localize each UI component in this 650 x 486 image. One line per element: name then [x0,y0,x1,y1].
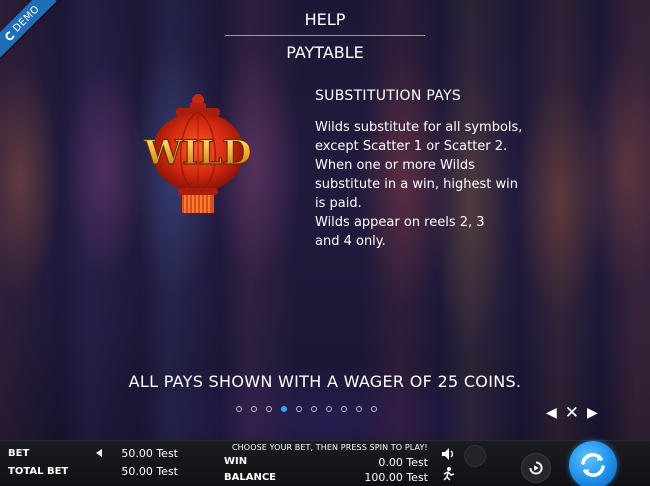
pays-note: ALL PAYS SHOWN WITH A WAGER OF 25 COINS. [128,372,522,391]
help-title: HELP [304,10,346,29]
page-dot[interactable] [296,406,302,412]
page-dot[interactable] [266,406,272,412]
substitution-pays-heading: SUBSTITUTION PAYS [315,88,462,104]
bet-label: BET [8,448,30,459]
page-dot[interactable] [326,406,332,412]
page-indicator [236,406,377,412]
info-line: substitute in a win, highest win [315,177,518,192]
page-dot[interactable] [236,406,242,412]
info-line: Wilds appear on reels 2, 3 [315,215,485,230]
spin-button[interactable] [569,441,617,486]
sound-icon[interactable] [440,446,456,462]
title-divider [225,35,425,36]
prev-page-button[interactable]: ◀ [546,405,557,421]
help-navigation: ◀ ✕ ▶ [546,405,598,422]
info-line: and 4 only. [315,234,386,249]
bet-decrease-button[interactable] [96,449,102,457]
page-dot[interactable] [251,406,257,412]
info-line: When one or more Wilds [315,158,475,173]
info-line: Wilds substitute for all symbols, [315,120,523,135]
bet-value: 50.00 Test [121,447,178,460]
autoplay-button[interactable] [521,453,551,483]
balance-label: BALANCE [224,472,277,483]
total-bet-label: TOTAL BET [8,466,69,477]
substitution-pays-text: Wilds substitute for all symbols, except… [315,118,545,251]
info-line: is paid. [315,196,362,211]
total-bet-value: 50.00 Test [121,465,178,478]
page-dot[interactable] [356,406,362,412]
page-dot-active[interactable] [281,406,287,412]
wild-lantern-icon: WILD [143,94,252,213]
balance-value: 100.00 Test [364,471,428,484]
close-help-button[interactable]: ✕ [565,405,579,422]
win-value: 0.00 Test [378,456,428,469]
page-dot[interactable] [341,406,347,412]
page-dot[interactable] [311,406,317,412]
paytable-title: PAYTABLE [286,43,364,62]
spin-prompt: CHOOSE YOUR BET, THEN PRESS SPIN TO PLAY… [232,443,428,452]
win-label: WIN [224,456,248,467]
info-line: except Scatter 1 or Scatter 2. [315,139,508,154]
page-dot[interactable] [371,406,377,412]
next-page-button[interactable]: ▶ [587,405,598,421]
settings-button[interactable] [464,445,486,467]
turbo-icon[interactable] [440,466,456,482]
demo-logo-icon [3,29,16,42]
svg-text:WILD: WILD [143,133,251,173]
